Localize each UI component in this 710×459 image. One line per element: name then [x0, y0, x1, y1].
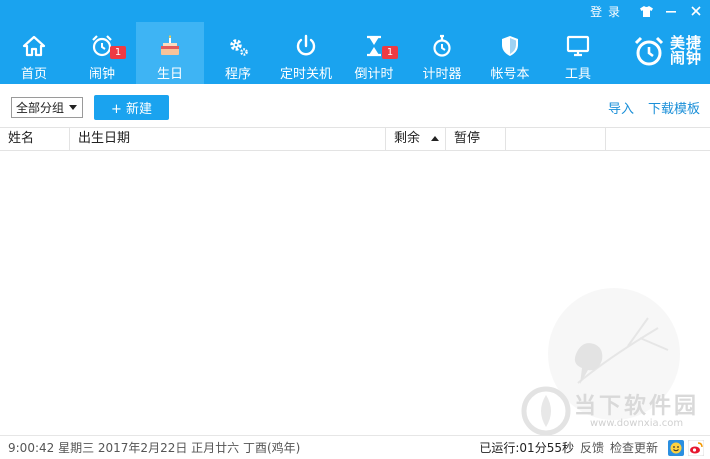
brand-logo: 美捷闹钟: [632, 34, 702, 68]
nav-label: 生日: [156, 67, 183, 82]
sort-ascending-icon: [431, 136, 439, 141]
watermark-url: www.downxia.com: [590, 418, 684, 429]
brand-name: 美捷闹钟: [670, 34, 703, 67]
shield-icon: [498, 34, 522, 58]
watermark-logo-icon: [520, 385, 572, 437]
column-header-birthdate[interactable]: 出生日期: [70, 128, 386, 150]
monitor-icon: [566, 34, 590, 58]
status-runtime: 已运行:01分55秒: [479, 441, 574, 455]
nav-item-countdown[interactable]: 1 倒计时: [340, 22, 408, 84]
nav-label: 倒计时: [354, 67, 394, 82]
dropdown-arrow-icon: [69, 105, 77, 110]
group-select[interactable]: 全部分组: [11, 97, 83, 118]
column-header-name[interactable]: 姓名: [0, 128, 70, 150]
nav-item-alarm[interactable]: 1 闹钟: [68, 22, 136, 84]
nav-item-shutdown[interactable]: 定时关机: [272, 22, 340, 84]
group-select-value: 全部分组: [16, 101, 65, 115]
nav-label: 首页: [20, 67, 47, 82]
smiley-icon[interactable]: [668, 439, 684, 456]
minimize-icon[interactable]: [660, 1, 682, 21]
check-update-link[interactable]: 检查更新: [610, 439, 658, 456]
nav-label: 闹钟: [88, 67, 115, 82]
table-header: 姓名 出生日期 剩余 暂停: [0, 127, 710, 151]
nav-item-birthday[interactable]: 生日: [136, 22, 204, 84]
nav-item-home[interactable]: 首页: [0, 22, 68, 84]
power-icon: [294, 34, 318, 58]
gear-icon: [226, 34, 250, 58]
toolbar-links: 导入 下载模板: [594, 98, 700, 117]
shirt-icon[interactable]: [635, 1, 657, 21]
column-header-pause[interactable]: 暂停: [446, 128, 506, 150]
nav-label: 帐号本: [490, 67, 530, 82]
countdown-badge: 1: [382, 46, 398, 59]
watermark-text: 当下软件园: [574, 394, 700, 419]
status-right: 已运行:01分55秒 反馈 检查更新: [479, 439, 705, 456]
close-icon[interactable]: [685, 1, 707, 21]
alarm-badge: 1: [110, 46, 126, 59]
toolbar: 全部分组 + 新建 导入 下载模板: [0, 84, 710, 126]
status-bar: 9:00:42 星期三 2017年2月22日 正月廿六 丁酉(鸡年) 已运行:0…: [0, 435, 710, 459]
nav-item-timer[interactable]: 计时器: [408, 22, 476, 84]
nav-label: 程序: [224, 67, 251, 82]
alarm-clock-logo-icon: [632, 34, 666, 68]
download-template-link[interactable]: 下载模板: [648, 98, 700, 117]
nav-label: 定时关机: [279, 67, 332, 82]
column-header-remaining[interactable]: 剩余: [386, 128, 446, 150]
import-link[interactable]: 导入: [608, 98, 634, 117]
home-icon: [22, 34, 46, 58]
nav-label: 工具: [564, 67, 591, 82]
feedback-link[interactable]: 反馈: [580, 439, 604, 456]
nav-item-program[interactable]: 程序: [204, 22, 272, 84]
weibo-icon[interactable]: [687, 439, 705, 456]
status-datetime: 9:00:42 星期三 2017年2月22日 正月廿六 丁酉(鸡年): [8, 441, 301, 455]
nav-item-accounts[interactable]: 帐号本: [476, 22, 544, 84]
window-controls: 登 录: [590, 0, 710, 22]
login-link[interactable]: 登 录: [590, 3, 621, 20]
main-nav: 首页 1 闹钟 生日 程序 定时关机 1 倒计时 计时器 帐号本 工具: [0, 22, 612, 84]
nav-item-tools[interactable]: 工具: [544, 22, 612, 84]
nav-label: 计时器: [422, 67, 462, 82]
column-header-extra: [506, 128, 606, 150]
column-header-extra: [606, 128, 710, 150]
stopwatch-icon: [430, 34, 454, 58]
new-button[interactable]: + 新建: [94, 95, 169, 120]
birthday-cake-icon: [158, 34, 182, 58]
column-header-remaining-label: 剩余: [394, 131, 421, 146]
title-bar: 登 录 首页 1 闹钟 生日 程序 定时关机 1 倒计时 计时器 帐号本 工具 …: [0, 0, 710, 84]
